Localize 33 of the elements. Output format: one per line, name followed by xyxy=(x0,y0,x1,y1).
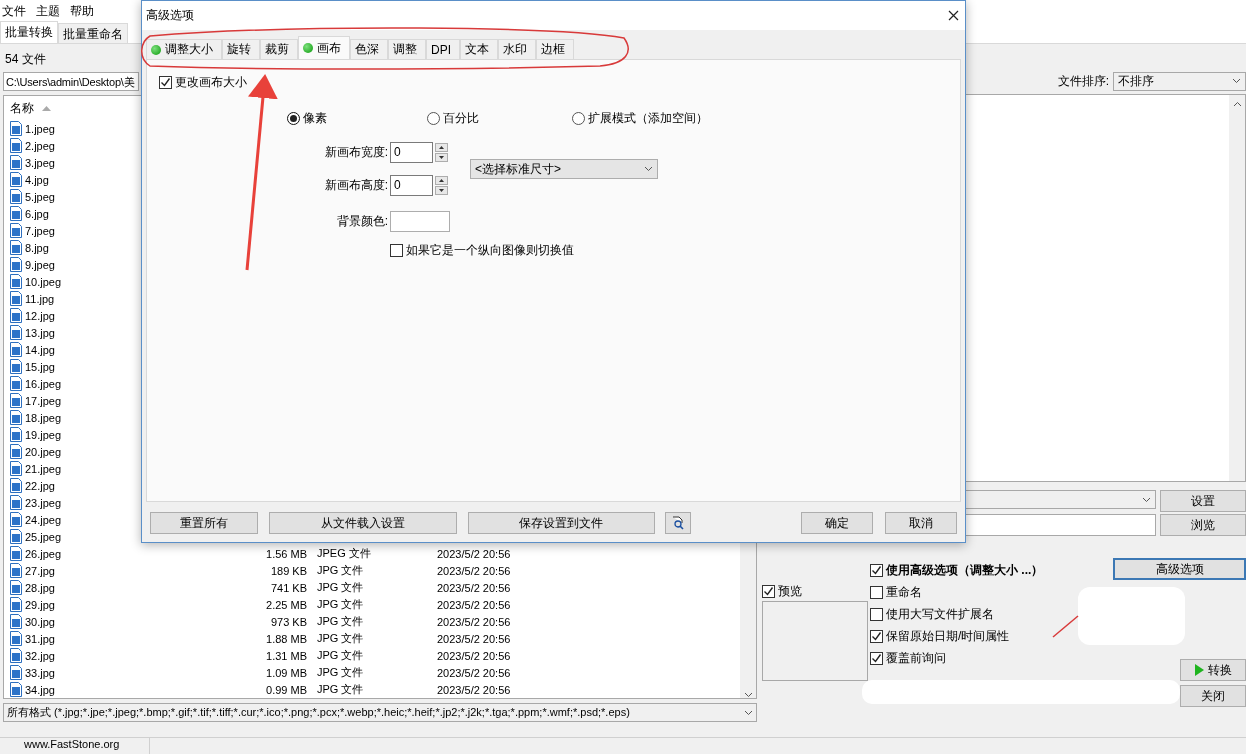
file-count: 54 文件 xyxy=(4,50,46,68)
file-date: 2023/5/2 20:56 xyxy=(437,564,511,577)
file-type: JPG 文件 xyxy=(317,631,365,646)
file-size: 973 KB xyxy=(269,615,307,628)
file-type: JPG 文件 xyxy=(317,614,365,629)
file-type: JPG 文件 xyxy=(317,597,365,612)
file-date: 2023/5/2 20:56 xyxy=(437,683,511,696)
background-label: 背景颜色: xyxy=(335,213,389,230)
file-date: 2023/5/2 20:56 xyxy=(437,632,511,645)
file-date: 2023/5/2 20:56 xyxy=(437,547,511,560)
file-size: 741 KB xyxy=(269,581,307,594)
file-date: 2023/5/2 20:56 xyxy=(437,666,511,679)
file-size: 189 KB xyxy=(269,564,307,577)
file-type: JPG 文件 xyxy=(317,580,365,595)
file-size: 1.31 MB xyxy=(265,649,307,662)
file-size: 0.99 MB xyxy=(265,683,307,696)
file-type: JPEG 文件 xyxy=(317,546,372,561)
file-type: JPG 文件 xyxy=(317,648,365,663)
file-size: 1.09 MB xyxy=(265,666,307,679)
file-size: 1.56 MB xyxy=(265,547,307,560)
file-type: JPG 文件 xyxy=(317,665,365,680)
file-size: 2.25 MB xyxy=(265,598,307,611)
file-type: JPG 文件 xyxy=(317,682,365,697)
file-date: 2023/5/2 20:56 xyxy=(437,598,511,611)
file-date: 2023/5/2 20:56 xyxy=(437,649,511,662)
file-date: 2023/5/2 20:56 xyxy=(437,615,511,628)
file-size: 1.88 MB xyxy=(265,632,307,645)
dialog-title: 高级选项 xyxy=(146,7,194,24)
height-label: 新画布高度: xyxy=(323,177,389,194)
sort-label: 文件排序: xyxy=(1057,72,1109,90)
width-label: 新画布宽度: xyxy=(323,144,389,161)
file-type: JPG 文件 xyxy=(317,563,365,578)
file-date: 2023/5/2 20:56 xyxy=(437,581,511,594)
